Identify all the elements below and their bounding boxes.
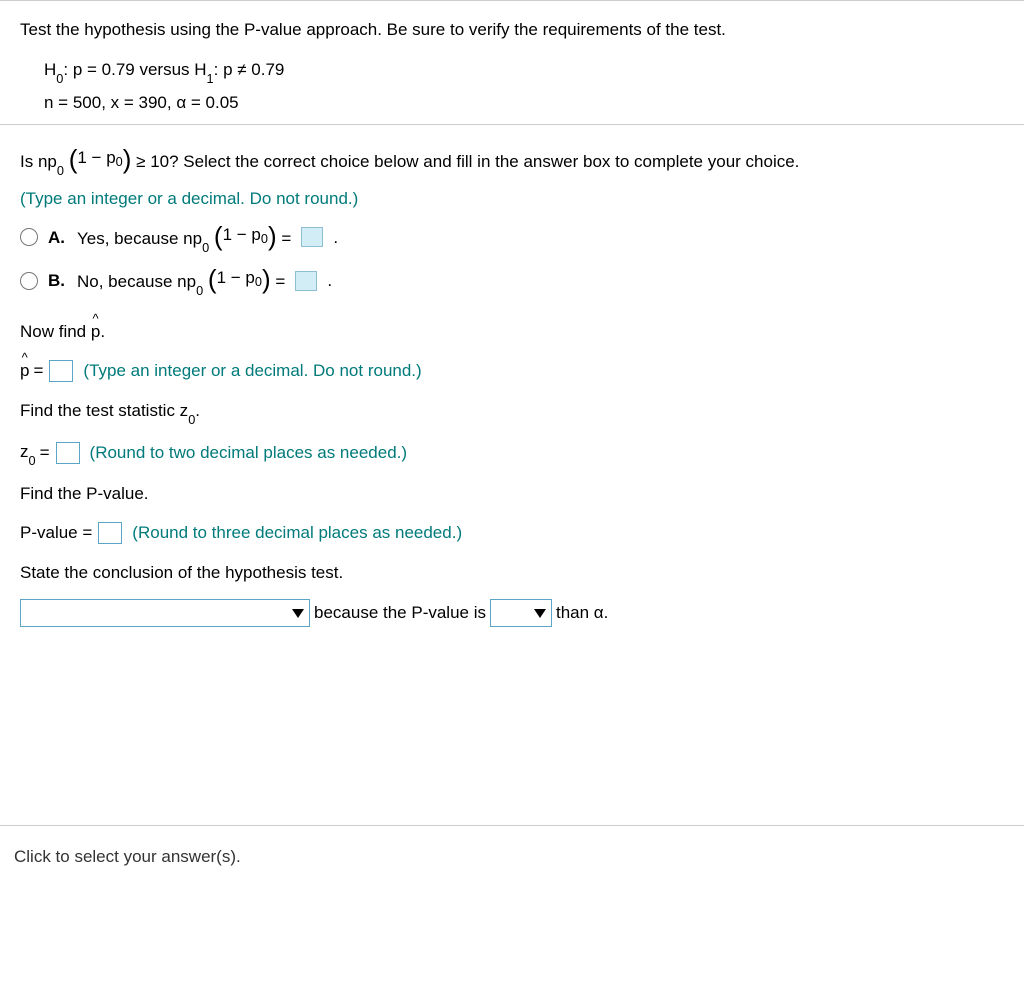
z0-input-row: z0 = (Round to two decimal places as nee… <box>20 439 1004 467</box>
opt-b-text-sub: 0 <box>196 283 203 298</box>
footer-instruction: Click to select your answer(s). <box>0 825 1024 880</box>
h1-sub: 1 <box>207 71 214 86</box>
h0-sub: 0 <box>56 71 63 86</box>
find-p-hat: Now find p. <box>20 319 1004 345</box>
np0-hint: (Type an integer or a decimal. Do not ro… <box>20 186 1004 212</box>
conclusion-mid: because the P-value is <box>314 600 486 626</box>
close-paren-icon: ) <box>268 223 277 249</box>
intro-text: Test the hypothesis using the P-value ap… <box>20 17 1004 43</box>
opt-a-paren-a: 1 − p <box>223 222 261 248</box>
hypothesis-line-1: H0: p = 0.79 versus H1: p ≠ 0.79 <box>44 57 1004 85</box>
opt-a-input[interactable] <box>301 227 323 247</box>
opt-b-label: B. <box>48 268 65 294</box>
opt-a-eq: = <box>281 229 291 248</box>
h1-end: : p ≠ 0.79 <box>214 60 285 79</box>
opt-b-input[interactable] <box>295 271 317 291</box>
conclusion-dropdown-1[interactable] <box>20 599 310 627</box>
opt-a-paren-sub: 0 <box>261 229 268 248</box>
conclusion-dropdown-2[interactable] <box>490 599 552 627</box>
open-paren: ( <box>69 146 78 172</box>
chevron-down-icon <box>292 609 304 618</box>
problem-intro-section: Test the hypothesis using the P-value ap… <box>0 0 1024 124</box>
pvalue-hint: (Round to three decimal places as needed… <box>132 520 462 546</box>
z0-eq: = <box>40 440 50 466</box>
find-z0: Find the test statistic z0. <box>20 398 1004 426</box>
pvalue-input[interactable] <box>98 522 122 544</box>
opt-a-paren: (1 − p0) <box>214 222 277 248</box>
open-paren-icon: ( <box>208 266 217 292</box>
np0-question: Is np0 (1 − p0) ≥ 10? Select the correct… <box>20 145 1004 177</box>
pvalue-prefix: P-value = <box>20 520 92 546</box>
paren-expr: (1 − p0) <box>69 145 132 171</box>
opt-b-paren: (1 − p0) <box>208 265 271 291</box>
option-a-row[interactable]: A. Yes, because np0 (1 − p0) = . <box>20 222 1004 254</box>
paren-inner-a: 1 − p <box>77 145 115 171</box>
radio-a[interactable] <box>20 228 38 246</box>
q-sub: 0 <box>57 163 64 178</box>
find-z0-period: . <box>195 401 200 420</box>
h0-H: H <box>44 60 56 79</box>
find-z0-text: Find the test statistic z <box>20 401 188 420</box>
opt-a-period: . <box>333 225 338 251</box>
opt-a-text: Yes, because np0 (1 − p0) = <box>77 222 291 254</box>
conclusion-end: than α. <box>556 600 608 626</box>
radio-b[interactable] <box>20 272 38 290</box>
open-paren-icon: ( <box>214 223 223 249</box>
conclusion-row: because the P-value is than α. <box>20 599 1004 627</box>
option-b-row[interactable]: B. No, because np0 (1 − p0) = . <box>20 265 1004 297</box>
find-pvalue: Find the P-value. <box>20 481 1004 507</box>
p-hat-eq: = <box>33 358 43 384</box>
p-hat-hint: (Type an integer or a decimal. Do not ro… <box>83 358 421 384</box>
opt-a-label: A. <box>48 225 65 251</box>
p-hat-input[interactable] <box>49 360 73 382</box>
opt-b-eq: = <box>275 272 285 291</box>
close-paren-icon: ) <box>262 266 271 292</box>
chevron-down-icon <box>534 609 546 618</box>
close-paren: ) <box>123 146 132 172</box>
opt-a-text-sub: 0 <box>202 240 209 255</box>
p-hat-prefix: p <box>20 358 29 384</box>
opt-b-text: No, because np0 (1 − p0) = <box>77 265 285 297</box>
q-prefix: Is np <box>20 152 57 171</box>
opt-b-text-a: No, because np <box>77 272 196 291</box>
hypothesis-line-2: n = 500, x = 390, α = 0.05 <box>44 90 1004 116</box>
z0-hint: (Round to two decimal places as needed.) <box>90 440 408 466</box>
paren-inner-sub: 0 <box>116 152 123 171</box>
opt-b-paren-sub: 0 <box>255 272 262 291</box>
opt-b-period: . <box>327 268 332 294</box>
question-section: Is np0 (1 − p0) ≥ 10? Select the correct… <box>0 124 1024 646</box>
z0-prefix: z0 <box>20 439 36 467</box>
opt-a-text-a: Yes, because np <box>77 229 202 248</box>
z0-input[interactable] <box>56 442 80 464</box>
q-after: ≥ 10? Select the correct choice below an… <box>136 152 799 171</box>
conclusion-intro: State the conclusion of the hypothesis t… <box>20 560 1004 586</box>
pvalue-input-row: P-value = (Round to three decimal places… <box>20 520 1004 546</box>
find-z0-sub: 0 <box>188 412 195 427</box>
opt-b-paren-a: 1 − p <box>217 265 255 291</box>
h0-mid: : p = 0.79 versus H <box>63 60 206 79</box>
p-hat-input-row: p = (Type an integer or a decimal. Do no… <box>20 358 1004 384</box>
